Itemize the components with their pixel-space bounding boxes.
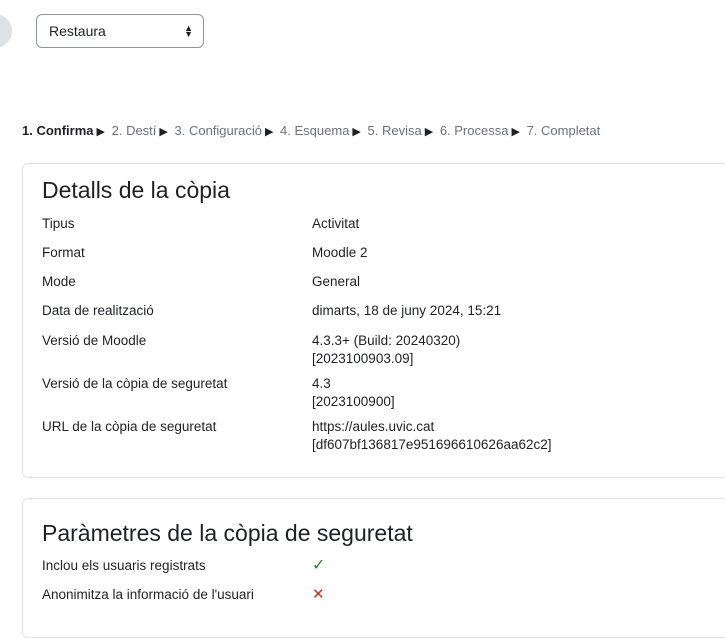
backup-settings-card: Paràmetres de la còpia de seguretat Incl… <box>22 498 725 638</box>
select-arrows-icon: ▲ ▼ <box>184 23 193 39</box>
setting-label: Anonimitza la informació de l'usuari <box>42 587 254 602</box>
step-configuracio: 3. Configuració <box>174 123 262 138</box>
step-separator-icon: ▶ <box>352 126 361 138</box>
step-separator-icon: ▶ <box>96 126 105 138</box>
step-separator-icon: ▶ <box>424 126 434 138</box>
step-esquema: 4. Esquema <box>280 123 350 138</box>
detail-label: Format <box>42 245 85 260</box>
detail-value-line: [df607bf136817e951696610626aa62c2] <box>312 437 552 452</box>
check-icon: ✓ <box>312 557 326 574</box>
detail-value: Moodle 2 <box>312 245 368 260</box>
detail-label: Versió de Moodle <box>42 333 147 348</box>
detail-value-line: [2023100903.09] <box>312 351 414 366</box>
progress-steps: 1. Confirma ▶ 2. Destí ▶ 3. Configuració ▶ … <box>22 123 725 138</box>
detail-label: Versió de la còpia de seguretat <box>42 376 228 391</box>
detail-label: Data de realització <box>42 303 154 318</box>
detail-label: Mode <box>42 274 76 289</box>
backup-details-title: Detalls de la còpia <box>42 177 230 203</box>
detail-value-line: https://aules.uvic.cat <box>312 419 435 434</box>
detail-value: Activitat <box>312 216 360 231</box>
step-separator-icon: ▶ <box>511 126 520 138</box>
cross-icon: ✕ <box>312 586 325 603</box>
detail-value: dimarts, 18 de juny 2024, 15:21 <box>312 303 502 318</box>
step-separator-icon: ▶ <box>264 126 274 138</box>
restore-select[interactable]: Restaura ▲ ▼ <box>36 14 204 48</box>
step-revisa: 5. Revisa <box>367 123 422 138</box>
step-completat: 7. Completat <box>526 123 601 138</box>
detail-label: URL de la còpia de seguretat <box>42 419 217 434</box>
detail-value: https://aules.uvic.cat [df607bf136817e95… <box>312 418 712 454</box>
avatar <box>0 14 12 48</box>
backup-settings-title: Paràmetres de la còpia de seguretat <box>42 520 413 546</box>
backup-details-card: Detalls de la còpia Tipus Activitat Form… <box>22 163 725 478</box>
setting-value: ✓ <box>312 557 712 575</box>
detail-value-line: 4.3.3+ (Build: 20240320) <box>312 333 461 348</box>
detail-value: 4.3 [2023100900] <box>312 375 712 411</box>
setting-label: Inclou els usuaris registrats <box>42 558 206 573</box>
restore-select-value: Restaura <box>49 23 106 39</box>
setting-value: ✕ <box>312 586 712 604</box>
step-processa: 6. Processa <box>439 123 509 138</box>
step-separator-icon: ▶ <box>159 126 168 138</box>
detail-value-line: [2023100900] <box>312 394 395 409</box>
step-confirma: 1. Confirma <box>22 123 94 138</box>
detail-value-line: 4.3 <box>312 376 331 391</box>
detail-value: General <box>312 274 361 289</box>
detail-label: Tipus <box>42 216 75 231</box>
step-desti: 2. Destí <box>111 123 157 138</box>
detail-value: 4.3.3+ (Build: 20240320) [2023100903.09] <box>312 332 712 368</box>
